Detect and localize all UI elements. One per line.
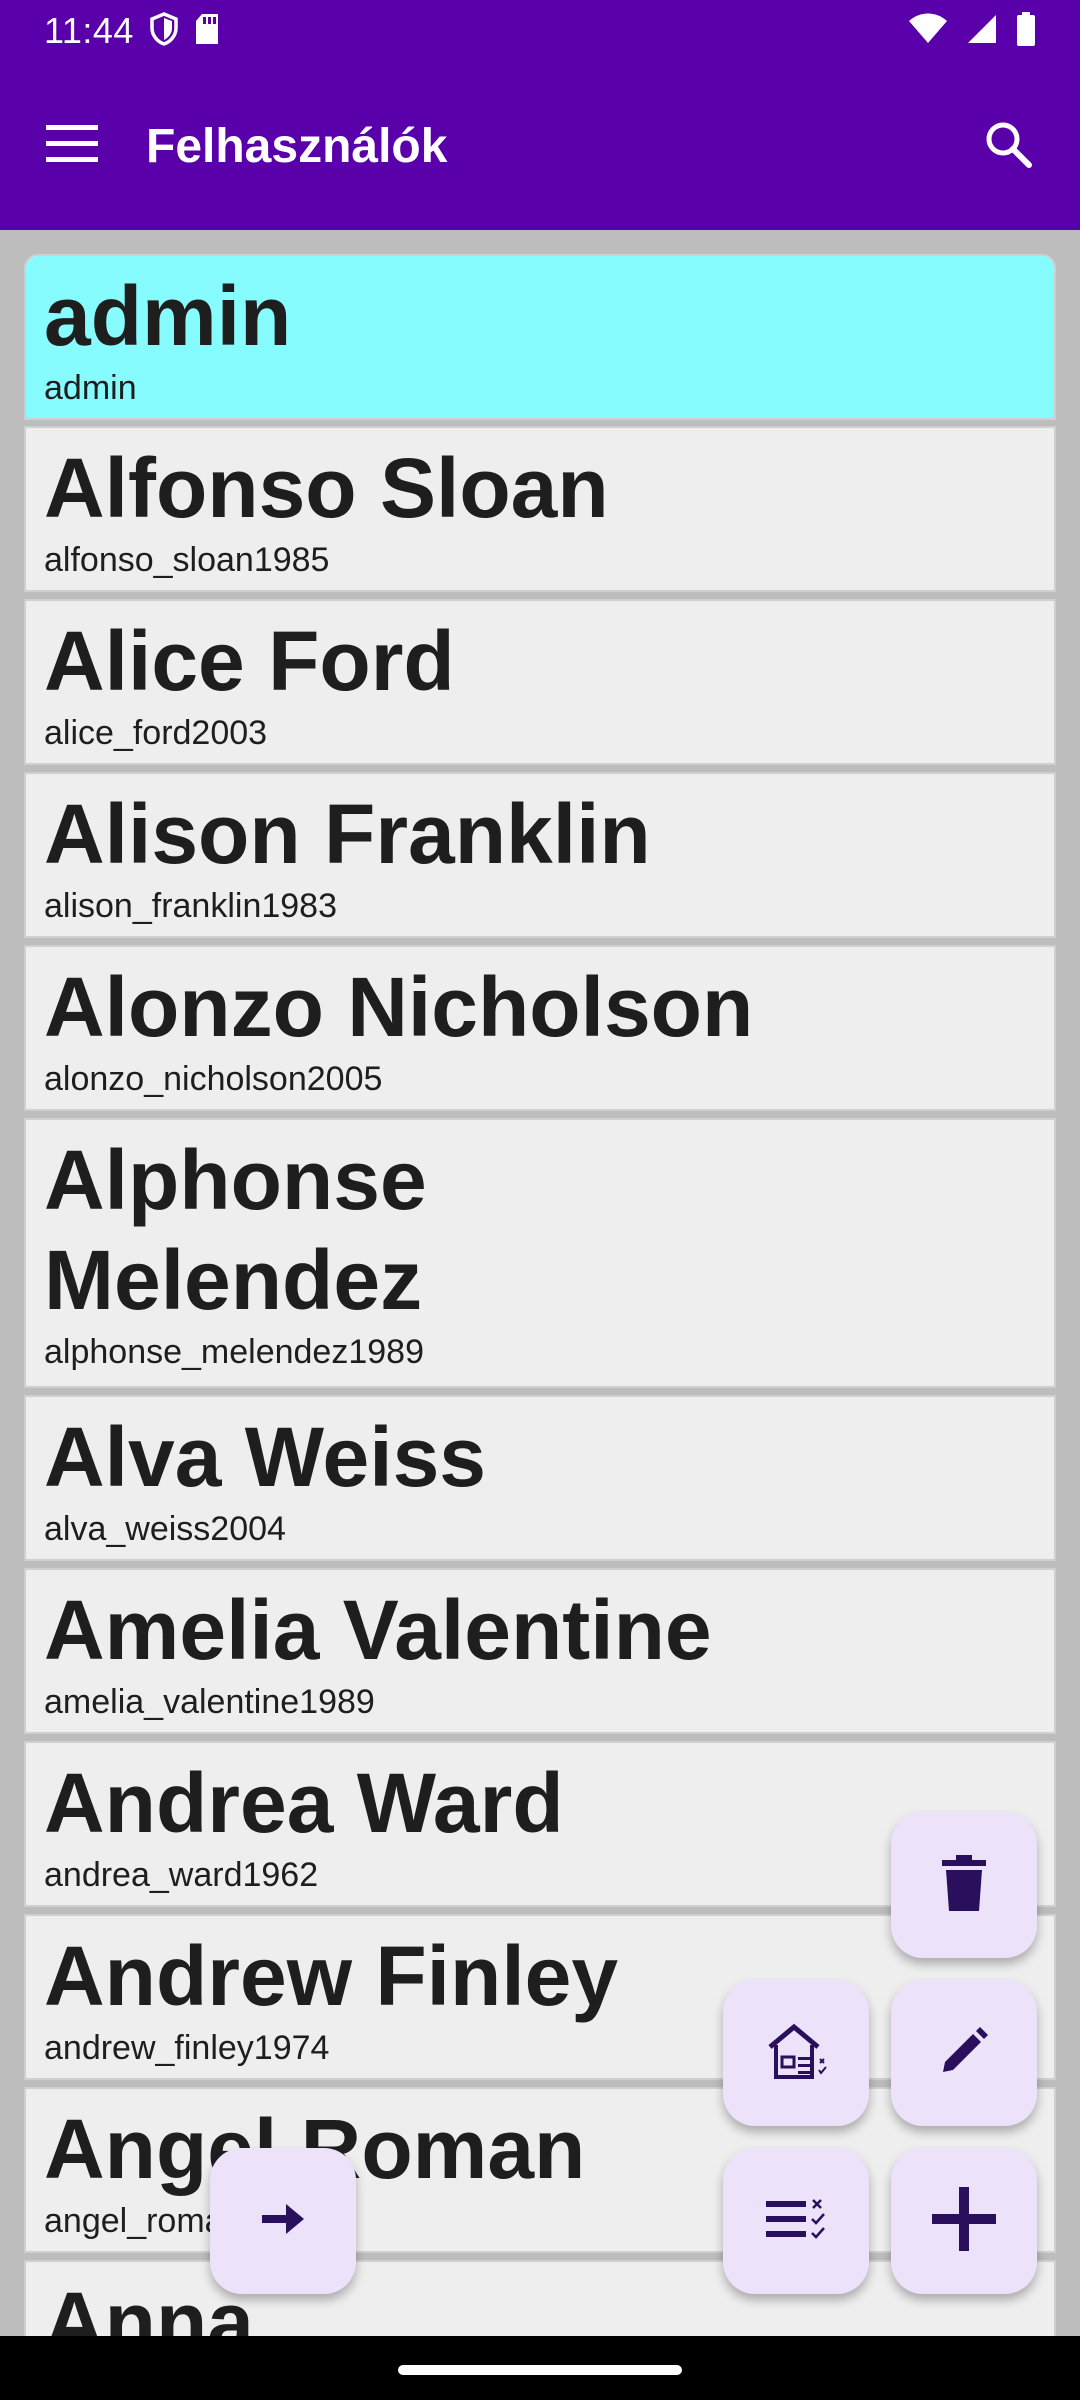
user-row[interactable]: Amelia Valentine amelia_valentine1989 xyxy=(24,1568,1056,1734)
user-username: alice_ford2003 xyxy=(44,714,268,752)
user-name: Amelia Valentine xyxy=(44,1583,712,1677)
user-username: alphonse_melendez1989 xyxy=(44,1333,424,1371)
status-time: 11:44 xyxy=(44,10,134,51)
user-row[interactable]: Alice Ford alice_ford2003 xyxy=(24,599,1056,765)
pencil-icon xyxy=(939,2026,989,2081)
user-row[interactable]: Alphonse Melendez alphonse_melendez1989 xyxy=(24,1118,1056,1388)
house-list-icon xyxy=(764,2023,828,2084)
menu-button[interactable] xyxy=(22,96,122,196)
search-button[interactable] xyxy=(958,96,1058,196)
user-username: admin xyxy=(44,369,137,407)
arrow-right-icon xyxy=(262,2203,304,2239)
user-row[interactable]: Alfonso Sloan alfonso_sloan1985 xyxy=(24,426,1056,592)
forward-button[interactable] xyxy=(210,2148,356,2294)
plus-icon xyxy=(932,2186,996,2256)
user-row[interactable]: Alison Franklin alison_franklin1983 xyxy=(24,772,1056,938)
shield-icon xyxy=(150,11,178,51)
user-username: angel_roman xyxy=(44,2202,243,2240)
battery-icon xyxy=(1016,11,1036,51)
user-row[interactable]: Alva Weiss alva_weiss2004 xyxy=(24,1395,1056,1561)
status-bar: 11:44 xyxy=(0,0,1080,62)
user-name: Alfonso Sloan xyxy=(44,441,609,535)
user-username: andrew_finley1974 xyxy=(44,2029,330,2067)
user-name: Alphonse Melendez xyxy=(44,1133,427,1327)
user-row-admin[interactable]: admin admin xyxy=(24,254,1056,420)
user-username: amelia_valentine1989 xyxy=(44,1683,375,1721)
wifi-icon xyxy=(908,13,948,50)
user-name: Alonzo Nicholson xyxy=(44,960,754,1054)
search-icon xyxy=(984,120,1032,173)
user-name: Andrew Finley xyxy=(44,1929,619,2023)
user-username: alonzo_nicholson2005 xyxy=(44,1060,383,1098)
screen: 11:44 Felhasználók admin admin Alfonso S… xyxy=(0,0,1080,2400)
trash-icon xyxy=(942,1854,986,1916)
user-username: alfonso_sloan1985 xyxy=(44,541,330,579)
user-username: alison_franklin1983 xyxy=(44,887,337,925)
checklist-icon xyxy=(766,2198,826,2244)
user-name: Angel Roman xyxy=(44,2102,586,2196)
menu-icon xyxy=(46,124,98,168)
cellular-signal-icon xyxy=(966,13,998,50)
gesture-handle[interactable] xyxy=(398,2365,682,2375)
user-name: Anna xyxy=(44,2275,254,2336)
app-bar: Felhasználók xyxy=(0,62,1080,230)
user-username: andrea_ward1962 xyxy=(44,1856,319,1894)
user-name: Alice Ford xyxy=(44,614,455,708)
edit-button[interactable] xyxy=(891,1980,1037,2126)
user-name: Alva Weiss xyxy=(44,1410,487,1504)
delete-button[interactable] xyxy=(891,1812,1037,1958)
house-list-button[interactable] xyxy=(723,1980,869,2126)
user-row[interactable]: Alonzo Nicholson alonzo_nicholson2005 xyxy=(24,945,1056,1111)
checklist-button[interactable] xyxy=(723,2148,869,2294)
user-name: Alison Franklin xyxy=(44,787,651,881)
status-right-icons xyxy=(908,11,1036,51)
sd-card-icon xyxy=(194,13,220,50)
user-name: Andrea Ward xyxy=(44,1756,564,1850)
status-left-icons xyxy=(150,11,220,51)
add-button[interactable] xyxy=(891,2148,1037,2294)
user-name: admin xyxy=(44,269,292,363)
user-username: alva_weiss2004 xyxy=(44,1510,286,1548)
page-title: Felhasználók xyxy=(146,119,448,173)
